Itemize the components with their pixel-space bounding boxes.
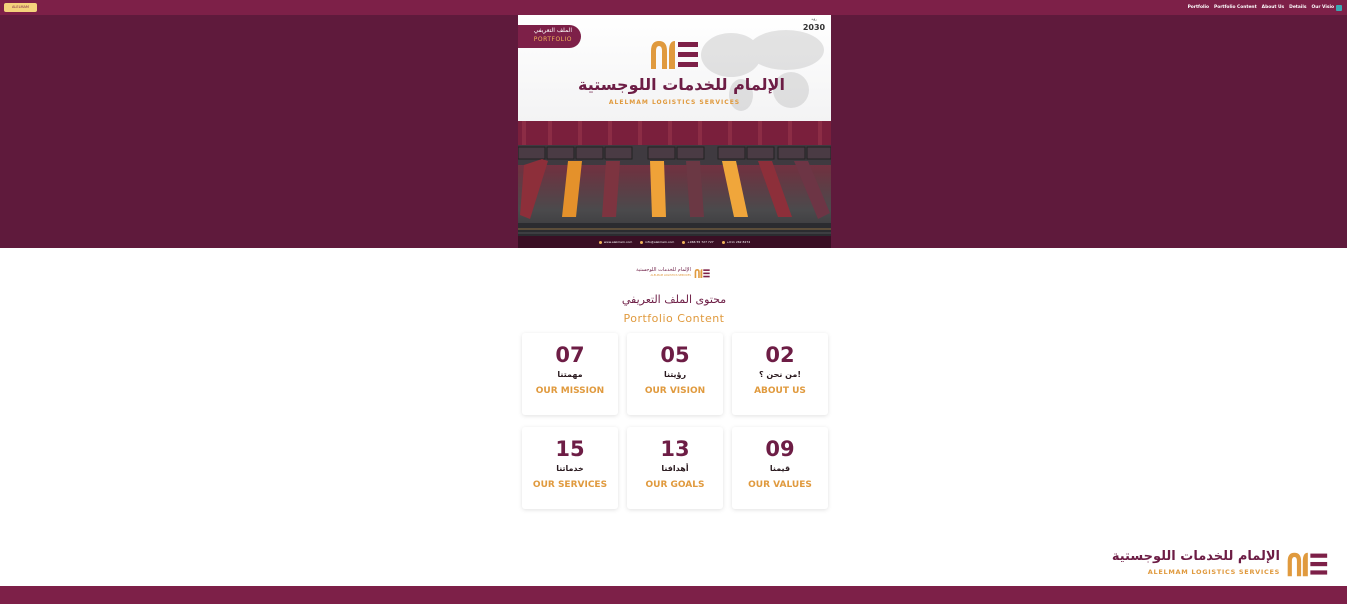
card-number: 05 — [660, 343, 690, 367]
cover-title-ar: الإلمام للخدمات اللوجستية — [578, 75, 785, 94]
card-label-en: OUR SERVICES — [532, 480, 608, 490]
cover-contact-bar: www.alelmam.com info@alelmam.com +966 55… — [518, 236, 831, 248]
section-title-ar: محتوى الملف التعريفي — [621, 293, 727, 306]
nav-badge-icon — [1336, 4, 1342, 11]
nav-link-details[interactable]: Details — [1289, 5, 1306, 10]
card-label-en: OUR GOALS — [645, 480, 705, 490]
content-grid: 07 مهمتنا OUR MISSION 05 رؤيتنا OUR VISI… — [522, 333, 828, 509]
portfolio-cover: الملف التعريفي PORTFOLIO رؤية 2030 الإلم… — [518, 15, 831, 248]
nav-link-about-us[interactable]: About Us — [1262, 5, 1285, 10]
mini-logo-mark-icon — [694, 268, 710, 278]
section-title-en: Portfolio Content — [623, 312, 725, 325]
portfolio-tag: الملف التعريفي PORTFOLIO — [518, 25, 581, 48]
card-label-ar: رؤيتنا — [663, 370, 687, 379]
cover-title-en: ALELMAM LOGISTICS SERVICES — [608, 99, 741, 106]
card-label-en: OUR VISION — [644, 386, 706, 396]
card-number: 02 — [765, 343, 795, 367]
card-number: 13 — [660, 437, 690, 461]
portfolio-tag-en: PORTFOLIO — [533, 36, 572, 43]
mini-logo-en: ALELMAM LOGISTICS SERVICES — [650, 274, 691, 277]
card-number: 07 — [555, 343, 585, 367]
alelmam-mark-icon — [651, 41, 698, 69]
bottom-bar — [0, 586, 1347, 604]
vision-number: 2030 — [802, 23, 826, 32]
card-our-values[interactable]: 09 قيمنا OUR VALUES — [732, 427, 828, 509]
card-label-ar: أهدافنا — [661, 464, 689, 473]
card-label-ar: قيمنا — [769, 464, 791, 473]
vision-2030-logo: رؤية 2030 — [802, 17, 826, 35]
card-our-services[interactable]: 15 خدماتنا OUR SERVICES — [522, 427, 618, 509]
portfolio-tag-ar: الملف التعريفي — [533, 27, 572, 34]
cover-website: www.alelmam.com — [599, 240, 632, 244]
footer-logo-en: ALELMAM LOGISTICS SERVICES — [1147, 568, 1280, 576]
nav-link-portfolio[interactable]: Portfolio — [1188, 5, 1209, 10]
nav-link-our-vision[interactable]: Our Visio — [1311, 5, 1334, 10]
card-label-ar: خدماتنا — [556, 464, 584, 473]
card-our-goals[interactable]: 13 أهدافنا OUR GOALS — [627, 427, 723, 509]
card-our-mission[interactable]: 07 مهمتنا OUR MISSION — [522, 333, 618, 415]
footer-logo-mark-icon — [1287, 552, 1328, 577]
card-label-ar: مهمتنا — [557, 370, 583, 379]
cover-phone: +011 262 8274 — [722, 240, 751, 244]
footer-logo: الإلمام للخدمات اللوجستية ALELMAM LOGIST… — [1112, 549, 1328, 579]
card-number: 09 — [765, 437, 795, 461]
card-number: 15 — [555, 437, 585, 461]
nav-link-portfolio-content[interactable]: Portfolio Content — [1214, 5, 1257, 10]
footer-logo-ar: الإلمام للخدمات اللوجستية — [1111, 549, 1280, 564]
card-label-en: OUR VALUES — [748, 480, 812, 490]
cover-mobile: +966 55 727 727 — [682, 240, 713, 244]
card-label-en: OUR MISSION — [535, 386, 605, 396]
containers-illustration — [518, 121, 831, 248]
card-label-en: ABOUT US — [754, 386, 806, 396]
card-about-us[interactable]: 02 من نحن ؟! ABOUT US — [732, 333, 828, 415]
main-nav: Portfolio Portfolio Content About Us Det… — [1188, 0, 1342, 15]
cover-header: الملف التعريفي PORTFOLIO رؤية 2030 الإلم… — [518, 15, 831, 121]
mini-logo-text: الإلمام للخدمات اللوجستية ALELMAM LOGIST… — [636, 267, 691, 279]
card-label-ar: من نحن ؟! — [759, 370, 801, 379]
containers-photo — [518, 121, 831, 248]
cover-email: info@alelmam.com — [640, 240, 674, 244]
vision-label: رؤية — [811, 17, 817, 21]
card-our-vision[interactable]: 05 رؤيتنا OUR VISION — [627, 333, 723, 415]
top-navbar: ALELMAM Portfolio Portfolio Content Abou… — [0, 0, 1347, 15]
brand-chip[interactable]: ALELMAM — [4, 3, 37, 12]
mini-logo: الإلمام للخدمات اللوجستية ALELMAM LOGIST… — [636, 266, 710, 280]
